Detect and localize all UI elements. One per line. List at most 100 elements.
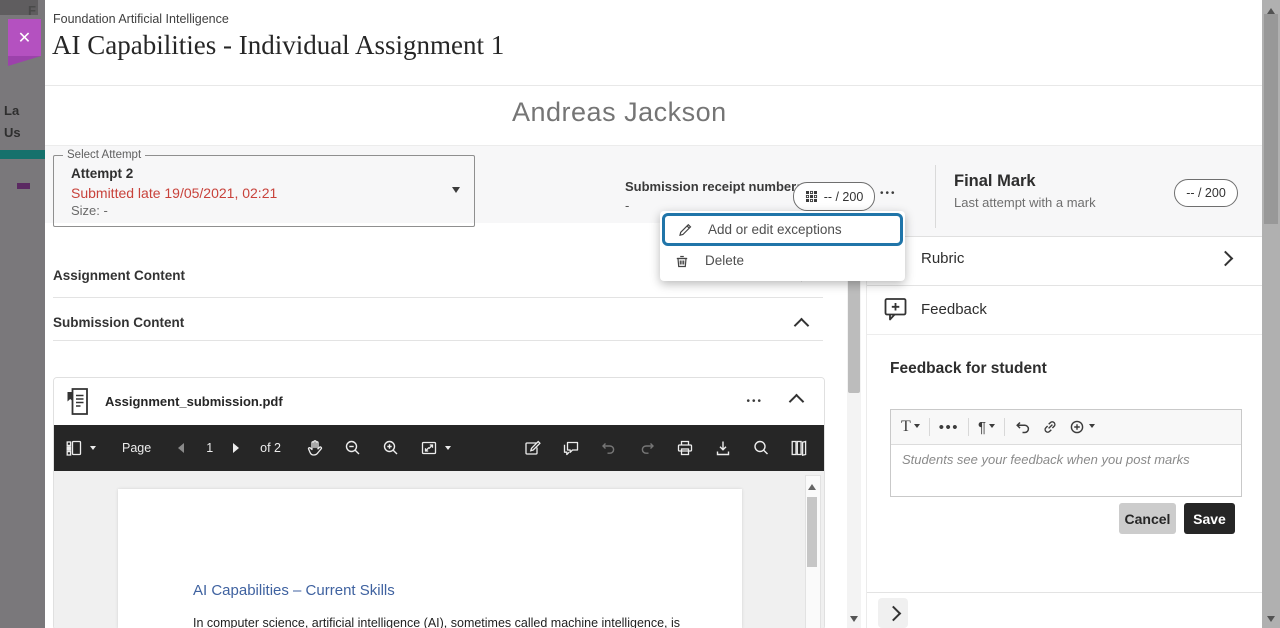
undo-button[interactable] <box>1014 418 1032 436</box>
link-button[interactable] <box>1041 418 1059 436</box>
chevron-up-icon[interactable] <box>794 318 810 334</box>
feedback-label: Feedback <box>921 301 987 318</box>
feedback-add-icon <box>884 297 908 322</box>
library-button[interactable] <box>789 438 809 458</box>
close-icon: ✕ <box>18 28 31 48</box>
undo-icon[interactable] <box>599 438 619 458</box>
pdf-file-icon <box>65 386 92 417</box>
divider <box>45 85 1262 86</box>
divider <box>929 418 930 436</box>
menu-item-add-exceptions[interactable]: Add or edit exceptions <box>662 213 903 246</box>
chevron-down-icon <box>452 187 460 197</box>
annotate-button[interactable] <box>523 438 543 458</box>
divider <box>935 165 936 228</box>
zoom-in-button[interactable] <box>381 438 401 458</box>
attempt-selector-legend: Select Attempt <box>63 149 145 161</box>
attempt-mark-pill[interactable]: -- / 200 <box>793 182 875 211</box>
feedback-row[interactable]: Feedback <box>884 297 987 322</box>
student-name: Andreas Jackson <box>512 97 727 128</box>
chevron-down-icon <box>989 424 995 431</box>
divider <box>866 285 1262 286</box>
rubric-row[interactable]: Rubric <box>893 248 1253 268</box>
receipt-label: Submission receipt number: <box>625 179 801 194</box>
chevron-down-icon[interactable] <box>445 446 451 453</box>
final-mark-subtitle: Last attempt with a mark <box>954 195 1096 210</box>
pan-tool-button[interactable] <box>305 438 325 458</box>
feedback-heading: Feedback for student <box>890 360 1047 378</box>
print-button[interactable] <box>675 438 695 458</box>
previous-page-button[interactable] <box>173 443 184 453</box>
link-icon <box>1041 418 1059 436</box>
attempt-context-menu: Add or edit exceptions Delete <box>660 211 905 281</box>
pencil-icon <box>677 222 693 238</box>
divider <box>53 340 823 341</box>
divider <box>866 334 1262 335</box>
submission-content-header[interactable]: Submission Content <box>53 315 184 330</box>
comments-button[interactable] <box>561 438 581 458</box>
page-total: of 2 <box>260 441 281 455</box>
fit-page-button[interactable] <box>419 438 439 458</box>
chevron-down-icon <box>914 424 920 431</box>
page-label: Page <box>122 441 151 455</box>
divider <box>968 418 969 436</box>
redo-icon[interactable] <box>637 438 657 458</box>
background-text-fragment: F <box>28 3 36 18</box>
divider <box>866 592 1262 593</box>
text-style-button[interactable]: T <box>901 418 920 436</box>
chevron-down-icon[interactable] <box>90 446 96 453</box>
next-page-button[interactable] <box>233 443 244 453</box>
assignment-content-header[interactable]: Assignment Content <box>53 268 185 283</box>
attempt-overflow-button[interactable]: ••• <box>880 188 897 199</box>
paragraph-button[interactable]: ¶ <box>978 419 995 436</box>
cancel-button[interactable]: Cancel <box>1119 503 1176 534</box>
page-scrollbar-thumb[interactable] <box>1264 14 1278 224</box>
editor-more-button[interactable]: ••• <box>939 419 959 436</box>
scroll-up-icon[interactable] <box>808 480 816 490</box>
background-purple-dash <box>17 183 30 189</box>
rubric-label: Rubric <box>921 250 964 267</box>
close-panel-button[interactable]: ✕ <box>8 19 41 56</box>
final-mark-value: -- / 200 <box>1186 186 1226 200</box>
thumbnails-panel-button[interactable] <box>64 438 84 458</box>
zoom-out-button[interactable] <box>343 438 363 458</box>
trash-icon <box>674 253 690 269</box>
attempt-size: Size: - <box>71 203 108 218</box>
divider <box>866 236 1262 237</box>
attachment-card: Assignment_submission.pdf ••• Page <box>53 377 825 628</box>
scroll-down-icon[interactable] <box>1267 616 1275 626</box>
collapse-panel-button[interactable] <box>878 598 908 628</box>
pdf-doc-heading: AI Capabilities – Current Skills <box>193 582 395 599</box>
final-mark-title: Final Mark <box>954 172 1036 191</box>
receipt-value: - <box>625 198 629 213</box>
summary-band-right <box>866 222 1262 236</box>
divider <box>1004 418 1005 436</box>
final-mark-pill[interactable]: -- / 200 <box>1174 179 1238 207</box>
rubric-grid-icon <box>805 190 819 203</box>
download-button[interactable] <box>713 438 733 458</box>
scroll-down-icon[interactable] <box>850 616 858 626</box>
divider <box>866 222 867 628</box>
attempt-status-late: Submitted late 19/05/2021, 02:21 <box>71 185 277 201</box>
background-text-fragment: La <box>4 103 19 118</box>
pdf-doc-body: In computer science, artificial intellig… <box>193 616 680 628</box>
page-number-input[interactable]: 1 <box>206 441 213 455</box>
undo-icon <box>1014 418 1032 436</box>
attachment-header[interactable]: Assignment_submission.pdf ••• <box>54 378 824 425</box>
dimmed-background: F La Us <box>0 0 45 628</box>
scroll-up-icon[interactable] <box>1267 4 1275 14</box>
assignment-panel: Foundation Artificial Intelligence AI Ca… <box>45 0 1262 628</box>
attachment-filename: Assignment_submission.pdf <box>105 394 283 409</box>
chevron-up-icon[interactable] <box>789 394 805 410</box>
pdf-viewport: AI Capabilities – Current Skills In comp… <box>54 471 824 628</box>
page-title: AI Capabilities - Individual Assignment … <box>52 30 504 61</box>
menu-item-delete[interactable]: Delete <box>662 246 903 275</box>
background-teal-bar <box>0 150 45 159</box>
pdf-page: AI Capabilities – Current Skills In comp… <box>118 489 742 628</box>
attachment-overflow-button[interactable]: ••• <box>746 396 763 407</box>
pdf-scrollbar-thumb[interactable] <box>807 497 817 567</box>
editor-toolbar: T ••• ¶ <box>891 410 1241 445</box>
save-button[interactable]: Save <box>1184 503 1235 534</box>
search-button[interactable] <box>751 438 771 458</box>
insert-button[interactable] <box>1068 418 1095 436</box>
plus-circle-icon <box>1068 418 1086 436</box>
